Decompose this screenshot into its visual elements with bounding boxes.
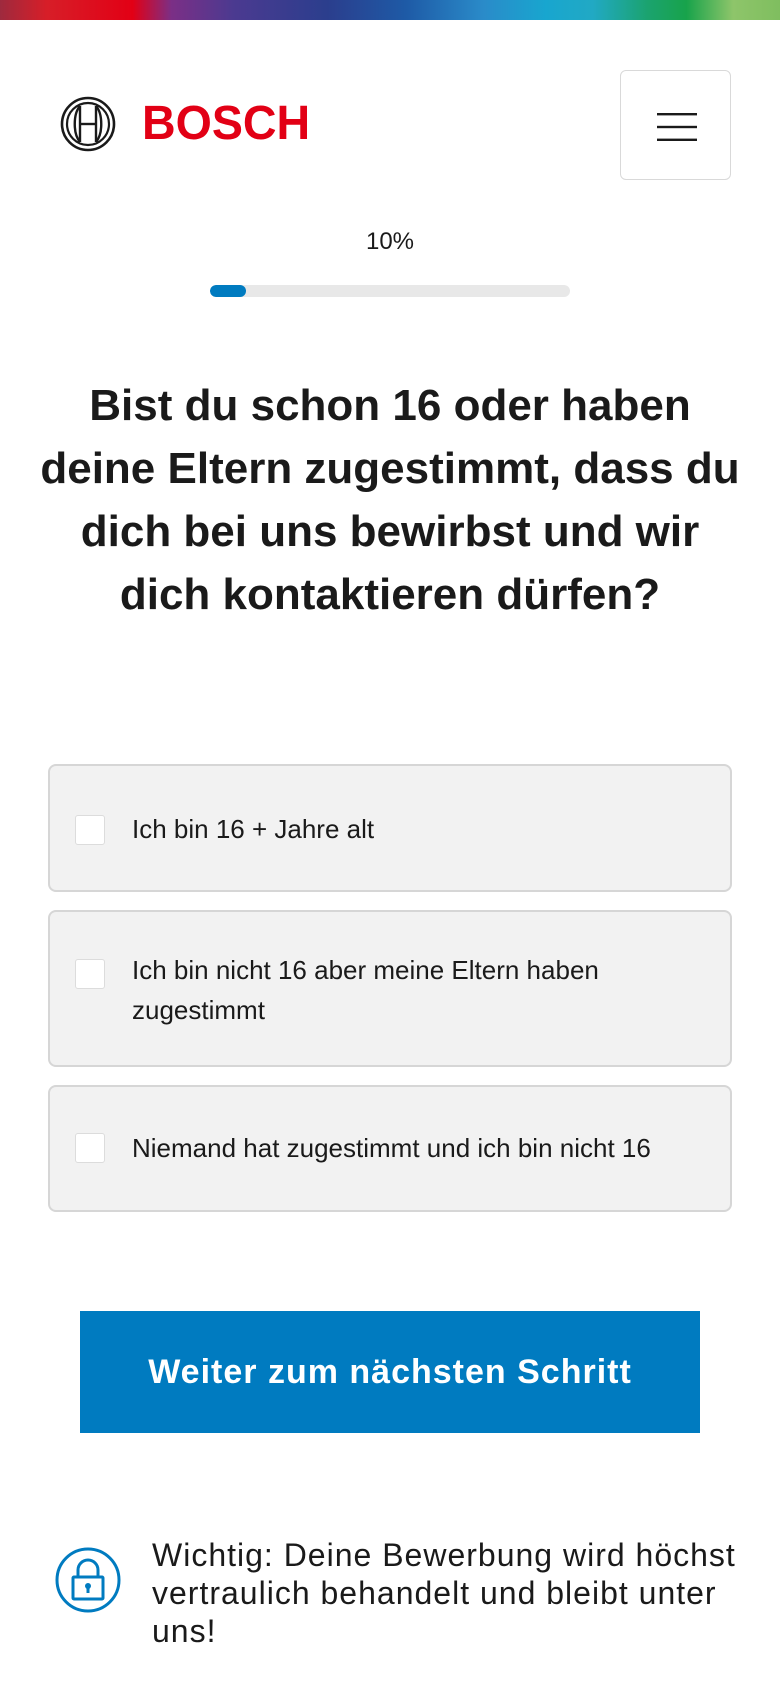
question-title: Bist du schon 16 oder haben deine Eltern…	[40, 381, 740, 619]
privacy-notice: Wichtig: Deine Bewerbung wird höchst ver…	[152, 1537, 736, 1649]
option-parents-consented[interactable]: Ich bin nicht 16 aber meine Eltern haben…	[48, 910, 732, 1067]
option-label: Ich bin 16 + Jahre alt	[132, 814, 375, 844]
application-page: BOSCH 10% Bist du schon 16 oder haben de…	[0, 0, 780, 1688]
progress-bar-fill	[210, 285, 246, 297]
option-no-consent[interactable]: Niemand hat zugestimmt und ich bin nicht…	[48, 1085, 732, 1212]
menu-button[interactable]	[620, 70, 731, 180]
option-label: Niemand hat zugestimmt und ich bin nicht…	[132, 1133, 651, 1163]
option-checkbox[interactable]	[75, 959, 105, 989]
option-label: Ich bin nicht 16 aber meine Eltern haben…	[132, 955, 599, 1025]
option-checkbox[interactable]	[75, 1133, 105, 1163]
option-16-plus[interactable]: Ich bin 16 + Jahre alt	[48, 764, 732, 892]
next-step-button[interactable]: Weiter zum nächsten Schritt	[80, 1311, 700, 1433]
progress-bar	[210, 285, 570, 297]
progress-percentage: 10%	[365, 228, 415, 255]
option-checkbox[interactable]	[75, 815, 105, 845]
header: BOSCH	[0, 20, 780, 195]
bosch-armature-icon	[60, 96, 116, 152]
brand-color-bar	[0, 0, 780, 20]
lock-icon	[55, 1547, 121, 1613]
hamburger-menu-icon	[657, 113, 697, 141]
brand-logo-text[interactable]: BOSCH	[142, 98, 310, 150]
